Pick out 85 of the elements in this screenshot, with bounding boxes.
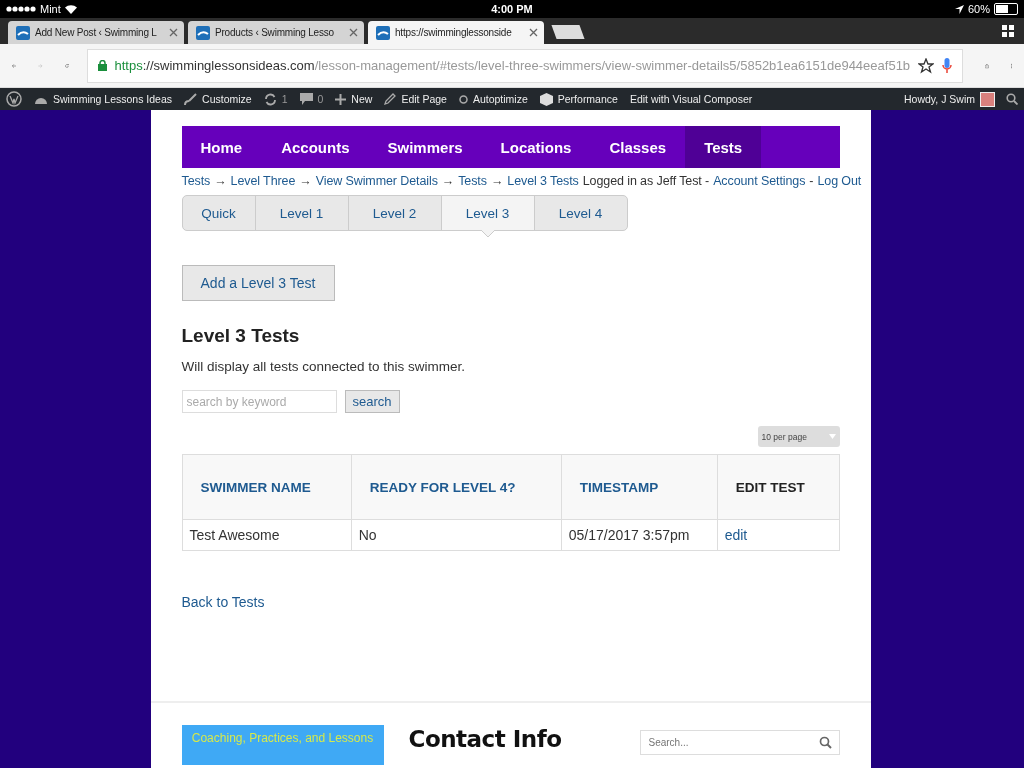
close-icon[interactable] bbox=[349, 28, 358, 37]
breadcrumb-link[interactable]: View Swimmer Details bbox=[315, 174, 438, 188]
close-icon[interactable] bbox=[169, 28, 178, 37]
lock-icon bbox=[97, 60, 107, 71]
site-favicon bbox=[196, 25, 210, 40]
nav-item[interactable]: Accounts bbox=[262, 126, 369, 168]
browser-tab[interactable]: https://swimminglessonside bbox=[368, 21, 544, 44]
table-cell: No bbox=[351, 519, 562, 551]
refresh-icon bbox=[263, 92, 277, 106]
admin-bar-item[interactable]: Performance bbox=[539, 92, 618, 106]
nav-item[interactable]: Swimmers bbox=[368, 126, 482, 168]
level-tab[interactable]: Level 2 bbox=[347, 196, 441, 230]
wordpress-logo[interactable] bbox=[6, 91, 22, 107]
column-header: EDIT TEST bbox=[717, 454, 839, 520]
column-header[interactable]: SWIMMER NAME bbox=[182, 454, 352, 520]
battery-icon bbox=[994, 3, 1018, 15]
microphone-icon[interactable] bbox=[942, 57, 953, 74]
admin-bar-item[interactable]: Autoptimize bbox=[458, 93, 528, 105]
address-field[interactable]: https://swimminglessonsideas.com/lesson-management/#tests/level-three-swimmers/view-swimmer-details5/5852b1ea6151de944eeaf51b bbox=[86, 48, 964, 83]
close-icon[interactable] bbox=[529, 28, 538, 37]
new-tab-button[interactable] bbox=[551, 25, 585, 39]
admin-bar-item[interactable]: Edit with Visual Composer bbox=[629, 93, 753, 105]
admin-bar-item[interactable]: Customize bbox=[184, 92, 252, 106]
site-favicon bbox=[16, 25, 30, 40]
admin-bar-item[interactable]: Edit Page bbox=[384, 93, 447, 105]
log-out-link[interactable]: Log Out bbox=[817, 174, 862, 188]
per-page-dropdown[interactable]: 10 per page bbox=[757, 426, 840, 447]
user-greeting[interactable]: Howdy, J Swim bbox=[904, 93, 975, 105]
level-tab[interactable]: Quick bbox=[182, 196, 255, 230]
tab-grid-icon[interactable] bbox=[1002, 25, 1014, 37]
breadcrumb-separator: → bbox=[214, 174, 227, 188]
table-cell: Test Awesome bbox=[182, 519, 352, 551]
nav-item[interactable]: Home bbox=[181, 126, 263, 168]
column-header[interactable]: READY FOR LEVEL 4? bbox=[351, 454, 562, 520]
battery-percent: 60% bbox=[967, 3, 990, 15]
admin-bar-item[interactable]: 1 bbox=[263, 92, 288, 106]
admin-bar-item[interactable]: Swimming Lessons Ideas bbox=[34, 93, 173, 105]
search-icon[interactable] bbox=[818, 736, 832, 749]
signal-icon bbox=[6, 6, 36, 12]
banner-tagline: Coaching, Practices, and Lessons bbox=[191, 731, 374, 747]
wifi-icon bbox=[64, 4, 77, 14]
clock-time: 4:00 PM bbox=[491, 3, 533, 15]
footer-heading: Contact Info bbox=[408, 726, 562, 752]
location-icon bbox=[954, 4, 964, 14]
pencil-icon bbox=[384, 93, 397, 105]
star-icon[interactable] bbox=[918, 57, 935, 74]
comment-icon bbox=[299, 93, 313, 105]
breadcrumb-separator: → bbox=[490, 174, 504, 188]
cube-icon bbox=[539, 92, 553, 106]
login-status: Logged in as Jeff Test - bbox=[582, 174, 710, 188]
search-field[interactable]: search by keyword bbox=[181, 390, 337, 413]
avatar-icon bbox=[980, 91, 995, 107]
browser-tab[interactable]: Add New Post ‹ Swimming L bbox=[8, 21, 184, 44]
breadcrumb-link[interactable]: Level 3 Tests bbox=[507, 174, 579, 188]
separator-text: - bbox=[809, 174, 814, 188]
nav-item[interactable]: Tests bbox=[685, 126, 762, 168]
site-favicon bbox=[376, 25, 390, 40]
admin-bar-item[interactable]: 0 bbox=[299, 93, 324, 105]
nav-item[interactable]: Classes bbox=[590, 126, 686, 168]
browser-tab[interactable]: Products ‹ Swimming Lesso bbox=[188, 21, 364, 44]
brush-icon bbox=[184, 92, 198, 106]
caret-icon bbox=[828, 434, 836, 439]
footer-search-field[interactable]: Search... bbox=[639, 730, 840, 755]
plus-icon bbox=[335, 93, 347, 105]
breadcrumb-link[interactable]: Tests bbox=[181, 174, 211, 188]
section-heading: Level 3 Tests bbox=[181, 325, 301, 347]
level-tab[interactable]: Level 4 bbox=[533, 196, 627, 230]
level-tab[interactable]: Level 1 bbox=[254, 196, 348, 230]
breadcrumb-separator: → bbox=[299, 174, 312, 188]
breadcrumb-link[interactable]: Tests bbox=[458, 174, 487, 188]
back-link[interactable]: Back to Tests bbox=[181, 594, 265, 610]
carrier-name: Mint bbox=[40, 3, 61, 15]
edit-link[interactable]: edit bbox=[724, 527, 748, 543]
column-header[interactable]: TIMESTAMP bbox=[561, 454, 718, 520]
account-settings-link[interactable]: Account Settings bbox=[713, 174, 806, 188]
add-test-button[interactable]: Add a Level 3 Test bbox=[181, 265, 335, 301]
admin-bar-item[interactable]: New bbox=[335, 93, 373, 105]
search-button[interactable]: search bbox=[344, 390, 400, 413]
search-icon[interactable] bbox=[1006, 93, 1018, 105]
breadcrumb-link[interactable]: Level Three bbox=[230, 174, 296, 188]
breadcrumb-separator: → bbox=[441, 174, 455, 188]
description-text: Will display all tests connected to this swimmer. bbox=[181, 359, 467, 374]
table-cell: 05/17/2017 3:57pm bbox=[561, 519, 718, 551]
circle-icon bbox=[458, 94, 468, 104]
nav-item[interactable]: Locations bbox=[481, 126, 591, 168]
